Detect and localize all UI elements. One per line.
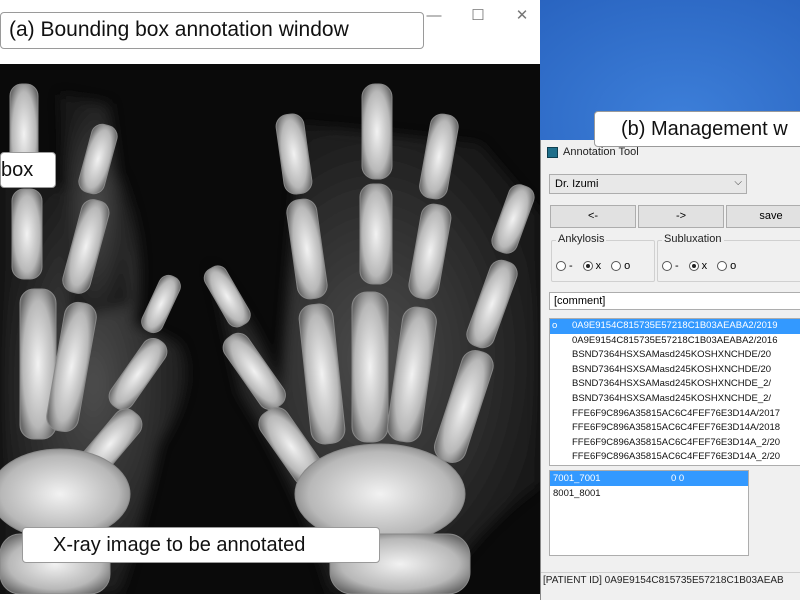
window-title: Annotation Tool (547, 146, 639, 158)
window-a-callout: (a) Bounding box annotation window (0, 12, 424, 49)
annotation-tool-window: Annotation Tool Dr. Izumi ⌵ <- -> save A… (540, 140, 800, 600)
file-list-item[interactable]: 0A9E9154C815735E57218C1B03AEABA2/2016 (550, 334, 800, 349)
doctor-select-value: Dr. Izumi (555, 178, 599, 190)
xray-image-canvas[interactable] (0, 64, 540, 594)
file-list[interactable]: o 0A9E9154C815735E57218C1B03AEABA2/2019 0A… (549, 318, 800, 466)
bounding-box-list[interactable]: 7001_7001 0 0 8001_8001 (549, 470, 749, 556)
file-name: BSND7364HSXSAMasd245KOSHXNCHDE_2/ (572, 378, 772, 390)
bounding-box-value: 0 0 (671, 473, 685, 484)
xray-callout: X-ray image to be annotated (22, 527, 380, 563)
previous-button[interactable]: <- (550, 205, 636, 228)
file-name: 0A9E9154C815735E57218C1B03AEABA2/2019 (572, 320, 778, 331)
bounding-box-item[interactable]: 8001_8001 (550, 486, 748, 501)
hand-xray-image (0, 64, 540, 594)
subluxation-group: Subluxation - x o (657, 233, 800, 282)
next-button[interactable]: -> (638, 205, 724, 228)
close-icon[interactable]: ✕ (512, 6, 532, 26)
subluxation-radio-minus[interactable]: - (662, 260, 679, 272)
window-title-text: Annotation Tool (563, 146, 639, 158)
file-list-item[interactable]: FFE6F9C896A35815AC6C4FEF76E3D14A_2/20 (550, 436, 800, 451)
subluxation-label: Subluxation (662, 233, 724, 245)
file-name: 0A9E9154C815735E57218C1B03AEABA2/2016 (572, 334, 778, 346)
file-list-item[interactable]: FFE6F9C896A35815AC6C4FEF76E3D14A_2/20 (550, 450, 800, 465)
file-status-mark: o (552, 320, 558, 331)
file-list-item[interactable]: BSND7364HSXSAMasd245KOSHXNCHDE/20 (550, 363, 800, 378)
comment-field[interactable]: [comment] (549, 292, 800, 310)
file-list-item[interactable]: FFE6F9C896A35815AC6C4FEF76E3D14A/2018 (550, 421, 800, 436)
file-name: BSND7364HSXSAMasd245KOSHXNCHDE/20 (572, 363, 772, 375)
save-button[interactable]: save (726, 205, 800, 228)
window-b-callout: (b) Management w (594, 111, 800, 147)
patient-id-status: [PATIENT ID] 0A9E9154C815735E57218C1B03A… (541, 572, 800, 592)
file-name: FFE6F9C896A35815AC6C4FEF76E3D14A/2017 (572, 407, 781, 419)
file-list-item[interactable]: BSND7364HSXSAMasd245KOSHXNCHDE_2/ (550, 392, 800, 407)
box-callout: box (0, 152, 56, 188)
file-name: FFE6F9C896A35815AC6C4FEF76E3D14A_2/20 (572, 451, 781, 463)
file-name: FFE6F9C896A35815AC6C4FEF76E3D14A/2018 (572, 422, 781, 434)
file-list-item[interactable]: BSND7364HSXSAMasd245KOSHXNCHDE/20 (550, 348, 800, 363)
bounding-box-annotation-window: — ☐ ✕ (0, 0, 540, 600)
app-icon (547, 146, 558, 158)
ankylosis-group: Ankylosis - x o (551, 233, 655, 282)
bounding-box-id: 8001_8001 (553, 488, 601, 499)
subluxation-radio-o[interactable]: o (717, 260, 736, 272)
doctor-select[interactable]: Dr. Izumi ⌵ (549, 174, 747, 194)
ankylosis-radio-x[interactable]: x (582, 260, 601, 272)
file-list-item[interactable]: BSND7364HSXSAMasd245KOSHXNCHDE_2/ (550, 377, 800, 392)
chevron-down-icon: ⌵ (734, 177, 742, 188)
file-list-item[interactable]: FFE6F9C896A35815AC6C4FEF76E3D14A/2017 (550, 407, 800, 422)
ankylosis-radio-o[interactable]: o (611, 260, 630, 272)
ankylosis-radio-minus[interactable]: - (556, 260, 573, 272)
ankylosis-label: Ankylosis (556, 233, 607, 245)
file-name: BSND7364HSXSAMasd245KOSHXNCHDE_2/ (572, 392, 772, 404)
window-controls: — ☐ ✕ (424, 6, 532, 26)
minimize-icon[interactable]: — (424, 6, 444, 26)
file-name: BSND7364HSXSAMasd245KOSHXNCHDE/20 (572, 349, 772, 361)
maximize-icon[interactable]: ☐ (468, 6, 488, 26)
bounding-box-item[interactable]: 7001_7001 0 0 (550, 471, 748, 486)
bounding-box-id: 7001_7001 (553, 473, 601, 484)
file-list-item[interactable]: o 0A9E9154C815735E57218C1B03AEABA2/2019 (550, 319, 800, 334)
file-name: FFE6F9C896A35815AC6C4FEF76E3D14A_2/20 (572, 436, 781, 448)
subluxation-radio-x[interactable]: x (688, 260, 707, 272)
